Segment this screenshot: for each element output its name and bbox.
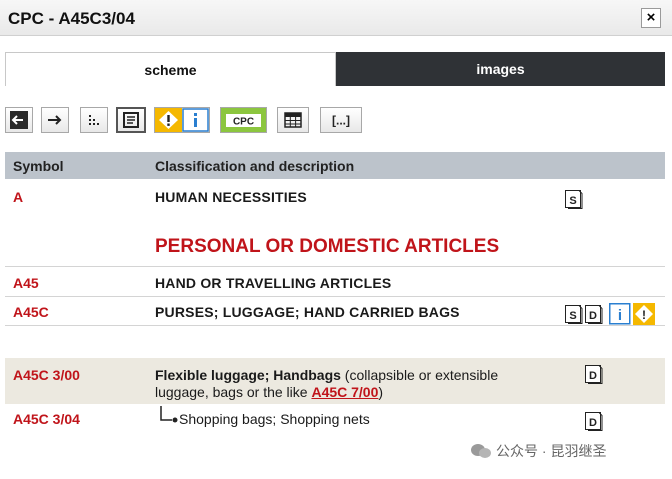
description-close: ) xyxy=(378,384,384,400)
cpc-icon: CPC xyxy=(221,108,266,132)
wechat-icon xyxy=(471,444,491,458)
compact-view-button[interactable] xyxy=(116,107,146,133)
warning-info-button[interactable] xyxy=(154,107,210,133)
compact-view-icon xyxy=(123,112,139,128)
info-icon-label: i xyxy=(618,307,622,324)
hierarchy-button[interactable] xyxy=(80,107,108,133)
table-row: A45C 3/04 Shopping bags; Shopping nets D xyxy=(5,404,665,434)
cpc-icon-label: CPC xyxy=(233,117,254,128)
table-row: A45 HAND OR TRAVELLING ARTICLES xyxy=(5,267,665,296)
d-icon-label: D xyxy=(589,370,597,382)
row-description: PURSES; LUGGAGE; HAND CARRIED BAGS xyxy=(155,304,460,320)
warning-icon[interactable]: ! xyxy=(633,303,655,325)
s-icon-label: S xyxy=(569,310,576,322)
s-icon-label: S xyxy=(569,195,576,207)
title-bar: CPC - A45C3/04 × xyxy=(0,0,672,36)
hierarchy-icon xyxy=(89,115,99,125)
d-icon-label: D xyxy=(589,417,597,429)
description-note: (collapsible or extensible xyxy=(340,367,499,383)
table-row: A HUMAN NECESSITIES S xyxy=(5,179,665,211)
s-icon[interactable]: S xyxy=(565,305,583,324)
row-symbol[interactable]: A45C 3/00 xyxy=(13,367,80,383)
row-description: HAND OR TRAVELLING ARTICLES xyxy=(155,275,392,291)
description-note-cont: luggage, bags or the like xyxy=(155,384,312,400)
row-symbol[interactable]: A xyxy=(13,189,23,205)
tree-indent-icon xyxy=(160,406,178,423)
table-header: Symbol Classification and description xyxy=(5,152,665,179)
previous-icon xyxy=(10,111,28,129)
watermark-text: 公众号 · 昆羽继圣 xyxy=(496,443,607,459)
ellipsis-label: [...] xyxy=(332,114,350,128)
description-column-header: Classification and description xyxy=(155,158,355,174)
reference-link[interactable]: A45C 7/00 xyxy=(311,384,378,400)
divider xyxy=(5,325,665,326)
table-row: A45C PURSES; LUGGAGE; HAND CARRIED BAGS … xyxy=(5,297,665,325)
d-icon[interactable]: D xyxy=(585,365,603,384)
row-description: Flexible luggage; Handbags (collapsible … xyxy=(155,367,555,401)
warning-icon-label: ! xyxy=(642,308,646,322)
ellipsis-icon: [...] xyxy=(332,114,350,128)
symbol-column-header: Symbol xyxy=(13,158,64,174)
info-icon[interactable]: i xyxy=(609,303,631,325)
row-symbol[interactable]: A45C 3/04 xyxy=(13,411,80,427)
previous-button[interactable] xyxy=(5,107,33,133)
row-description: Shopping bags; Shopping nets xyxy=(179,411,370,427)
section-heading: PERSONAL OR DOMESTIC ARTICLES xyxy=(155,236,500,257)
close-button[interactable]: × xyxy=(641,8,661,28)
d-icon[interactable]: D xyxy=(585,305,603,324)
description-title: Flexible luggage; Handbags xyxy=(155,367,341,383)
next-icon xyxy=(48,115,62,125)
table-row-highlighted: A45C 3/00 Flexible luggage; Handbags (co… xyxy=(5,358,665,404)
d-icon-label: D xyxy=(589,310,597,322)
window-title: CPC - A45C3/04 xyxy=(8,9,135,28)
d-icon[interactable]: D xyxy=(585,412,603,431)
warning-icon xyxy=(155,108,209,132)
tab-scheme[interactable]: scheme xyxy=(5,52,336,86)
cpc-button[interactable]: CPC xyxy=(220,107,267,133)
row-symbol[interactable]: A45C xyxy=(13,304,49,320)
ellipsis-button[interactable]: [...] xyxy=(320,107,362,133)
row-description: HUMAN NECESSITIES xyxy=(155,189,307,205)
table-button[interactable] xyxy=(277,107,309,133)
tab-images[interactable]: images xyxy=(336,52,665,86)
s-icon[interactable]: S xyxy=(565,190,583,209)
row-symbol[interactable]: A45 xyxy=(13,275,39,291)
table-icon xyxy=(284,112,302,128)
next-button[interactable] xyxy=(41,107,69,133)
section-heading-row: PERSONAL OR DOMESTIC ARTICLES xyxy=(5,230,665,264)
